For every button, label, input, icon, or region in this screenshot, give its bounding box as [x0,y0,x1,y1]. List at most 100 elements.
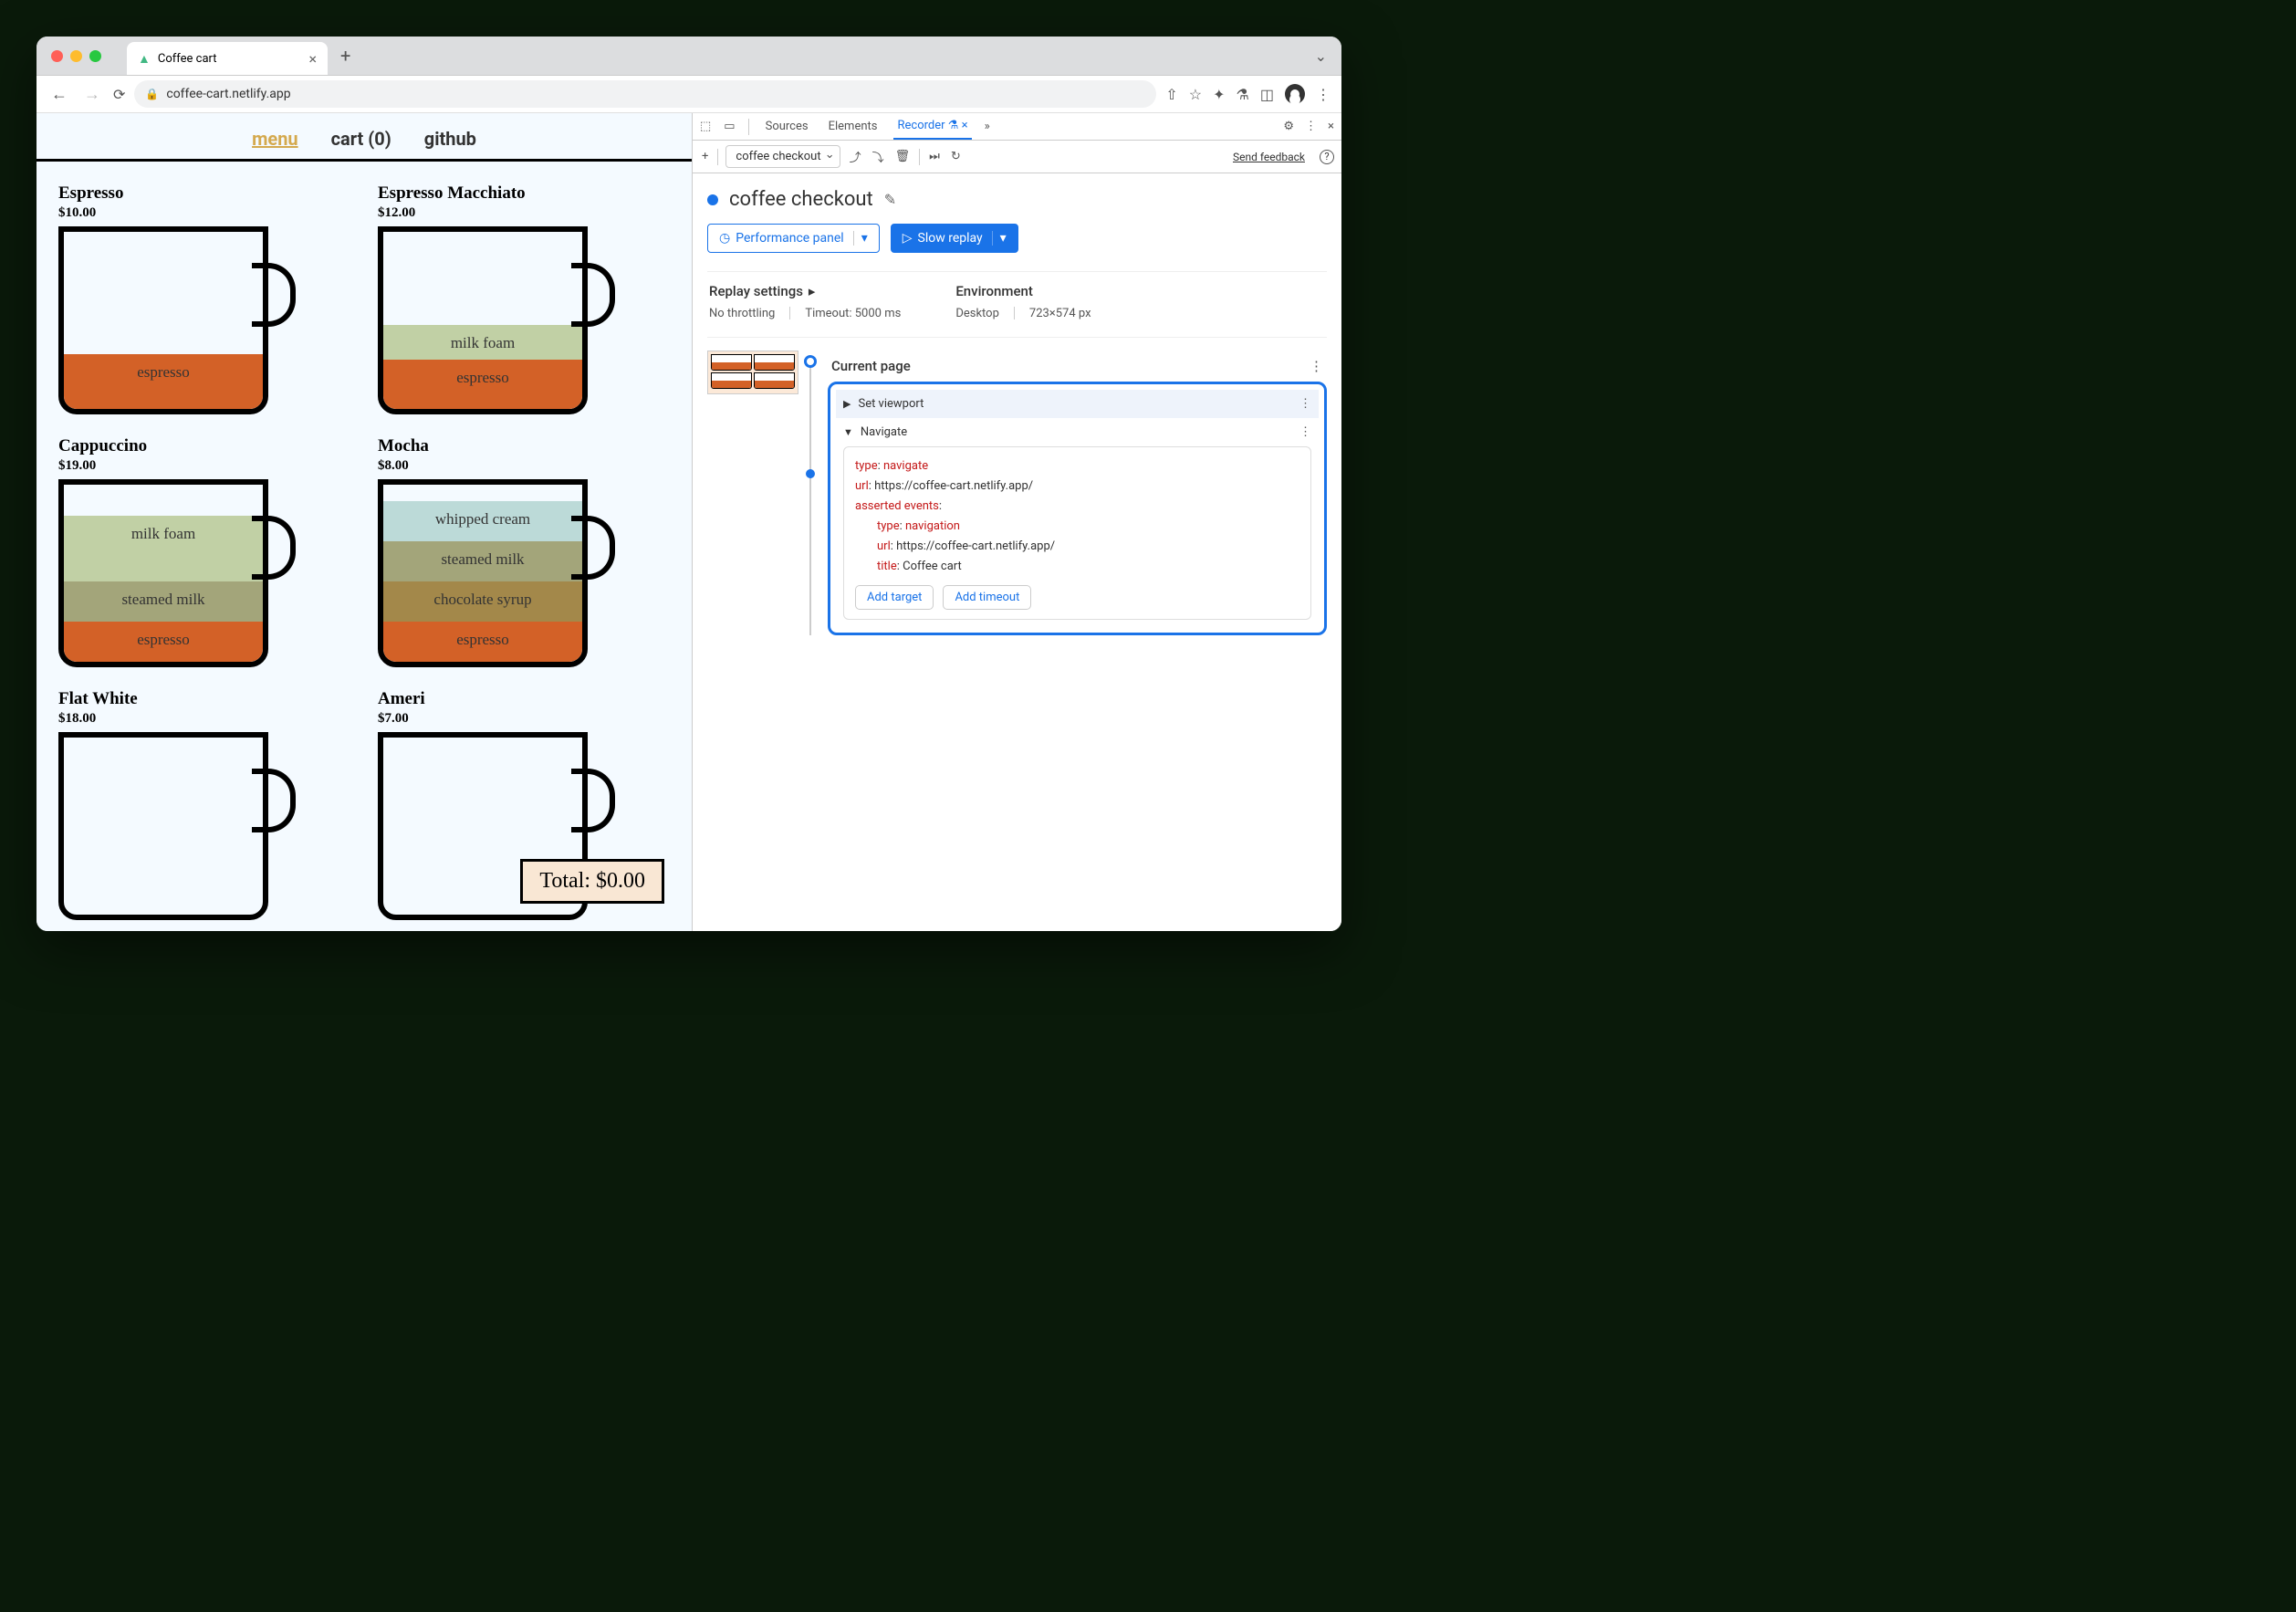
product-item[interactable]: Mocha $8.00 whipped creamsteamed milkcho… [378,436,670,671]
ingredient-layer: espresso [383,360,582,409]
product-price: $10.00 [58,205,350,221]
export-icon[interactable]: ⤴ [848,146,863,167]
step-thumbnail[interactable] [707,351,798,394]
new-recording-icon[interactable]: + [700,148,710,165]
step-menu-icon[interactable]: ⋮ [1310,358,1323,374]
url-actions: ⇧ ☆ ✦ ⚗ ◫ ⋮ [1165,84,1331,104]
product-cup: whipped creamsteamed milkchocolate syrup… [378,479,615,671]
inspect-icon[interactable]: ⬚ [700,120,711,133]
ingredient-layer: whipped cream [383,501,582,541]
product-cup: espresso [58,226,296,418]
recording-select[interactable]: coffee checkout [725,145,840,168]
continue-icon[interactable]: ↻ [949,148,963,165]
browser-tab[interactable]: ▲ Coffee cart × [127,42,328,75]
add-timeout-button[interactable]: Add timeout [943,585,1031,610]
profile-avatar[interactable] [1285,84,1305,104]
window-minimize-button[interactable] [70,50,82,62]
recording-status-dot [707,194,718,205]
ingredient-layer: espresso [64,622,263,662]
slow-replay-button[interactable]: ▷ Slow replay ▾ [891,224,1018,253]
window-close-button[interactable] [51,50,63,62]
extensions-icon[interactable]: ✦ [1213,84,1225,104]
nav-github[interactable]: github [424,128,476,150]
edit-title-icon[interactable]: ✎ [884,191,896,208]
step-navigate[interactable]: ▼ Navigate ⋮ [836,418,1319,446]
chevron-down-icon: ▼ [843,426,853,438]
tab-recorder[interactable]: Recorder ⚗ × [893,113,971,140]
product-item[interactable]: Espresso $10.00 espresso [58,183,350,418]
product-cup: milk foamespresso [378,226,615,418]
tab-close-icon[interactable]: × [308,50,317,68]
devtools-menu-icon[interactable]: ⋮ [1305,120,1317,133]
product-price: $8.00 [378,458,670,474]
ingredient-layer: steamed milk [64,581,263,622]
sidepanel-icon[interactable]: ◫ [1260,84,1274,104]
delete-icon[interactable]: 🗑 [893,148,913,165]
more-tabs-icon[interactable]: » [985,120,990,133]
webpage: menu cart (0) github Espresso $10.00 esp… [37,113,692,931]
labs-icon[interactable]: ⚗ [1237,84,1249,104]
product-price: $7.00 [378,711,670,727]
cart-total[interactable]: Total: $0.00 [520,859,664,904]
settings-icon[interactable]: ⚙ [1283,120,1294,133]
product-price: $19.00 [58,458,350,474]
devtools-panel: ⬚ ▭ Sources Elements Recorder ⚗ × » ⚙ ⋮ … [692,113,1341,931]
reload-button[interactable]: ⟳ [113,86,125,103]
timeline-node[interactable] [804,355,817,368]
devtools-tabs: ⬚ ▭ Sources Elements Recorder ⚗ × » ⚙ ⋮ … [693,113,1341,141]
step-menu-icon[interactable]: ⋮ [1299,397,1311,411]
product-name: Cappuccino [58,436,350,456]
performance-panel-button[interactable]: ◷ Performance panel ▾ [707,224,880,253]
product-item[interactable]: Flat White $18.00 [58,689,350,924]
recording-title: coffee checkout [729,188,873,211]
tabs-dropdown-icon[interactable]: ⌄ [1315,47,1327,65]
browser-menu-icon[interactable]: ⋮ [1316,84,1331,104]
replay-settings[interactable]: Replay settings ▸ No throttling Timeout:… [709,283,901,320]
product-name: Espresso Macchiato [378,183,670,204]
step-set-viewport[interactable]: ▶ Set viewport ⋮ [836,390,1319,418]
environment-info: Environment Desktop 723×574 px [955,283,1091,320]
action-buttons: ◷ Performance panel ▾ ▷ Slow replay ▾ [707,224,1327,253]
chevron-right-icon: ▶ [843,398,851,410]
share-icon[interactable]: ⇧ [1165,84,1177,104]
title-bar: ▲ Coffee cart × + ⌄ [37,37,1341,75]
nav-back-button[interactable]: ← [47,81,71,108]
product-cup [58,732,296,924]
dropdown-icon[interactable]: ▾ [853,231,868,246]
add-target-button[interactable]: Add target [855,585,934,610]
product-item[interactable]: Espresso Macchiato $12.00 milk foamespre… [378,183,670,418]
ingredient-layer: steamed milk [383,541,582,581]
divider [1014,307,1015,319]
content-area: menu cart (0) github Espresso $10.00 esp… [37,113,1341,931]
nav-cart[interactable]: cart (0) [331,128,391,150]
devtools-close-icon[interactable]: × [1328,120,1334,133]
url-input[interactable]: 🔒 coffee-cart.netlify.app [134,80,1156,108]
product-name: Ameri [378,689,670,709]
nav-menu[interactable]: menu [252,128,298,150]
product-cup: milk foamsteamed milkespresso [58,479,296,671]
ingredient-layer: espresso [383,622,582,662]
send-feedback-link[interactable]: Send feedback [1233,151,1305,163]
divider [717,149,718,165]
steps-area: Current page ⋮ ▶ Set viewport ⋮ ▼ [707,351,1327,635]
product-item[interactable]: Cappuccino $19.00 milk foamsteamed milke… [58,436,350,671]
step-menu-icon[interactable]: ⋮ [1299,425,1311,439]
nav-forward-button[interactable]: → [80,81,104,108]
tab-sources[interactable]: Sources [762,114,812,139]
tab-bar: ▲ Coffee cart × + [127,37,350,75]
import-icon[interactable]: ⤵ [871,146,886,167]
help-icon[interactable]: ? [1320,150,1334,164]
bookmark-icon[interactable]: ☆ [1189,84,1202,104]
product-name: Flat White [58,689,350,709]
dropdown-icon[interactable]: ▾ [992,231,1007,246]
ingredient-layer: milk foam [64,516,263,581]
chevron-right-icon: ▸ [809,283,816,299]
new-tab-button[interactable]: + [340,45,350,67]
device-toggle-icon[interactable]: ▭ [724,120,735,133]
step-over-icon[interactable]: ⏭ [927,148,942,165]
favicon-icon: ▲ [138,51,151,67]
window-maximize-button[interactable] [89,50,101,62]
tab-elements[interactable]: Elements [825,114,882,139]
step-details: type: navigate url: https://coffee-cart.… [843,446,1311,620]
timeline-node[interactable] [806,469,815,478]
